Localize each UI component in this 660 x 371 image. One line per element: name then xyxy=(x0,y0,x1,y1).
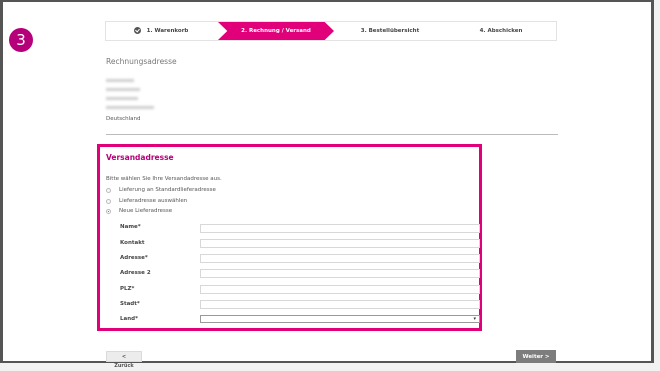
radio-button-selected[interactable] xyxy=(106,208,111,214)
radio-label: Lieferadresse auswählen xyxy=(119,198,188,204)
section-divider xyxy=(106,134,558,135)
shipping-address-title: Versandadresse xyxy=(106,153,174,162)
step-bestelluebersicht: 3. Bestellübersicht xyxy=(334,22,446,40)
contact-label: Kontakt xyxy=(120,240,145,246)
next-button[interactable]: Weiter > xyxy=(516,350,556,363)
address-label: Adresse* xyxy=(120,255,148,261)
checkout-stepper: 1. Warenkorb 2. Rechnung / Versand 3. Be… xyxy=(105,21,557,41)
billing-address-line-redacted xyxy=(106,88,140,91)
radio-label: Lieferung an Standardlieferadresse xyxy=(119,187,216,193)
step-label: 4. Abschicken xyxy=(479,28,523,34)
name-label: Name* xyxy=(120,224,141,230)
zip-label: PLZ* xyxy=(120,286,135,292)
country-label: Land* xyxy=(120,316,138,322)
radio-option-standard-address[interactable]: Lieferung an Standardlieferadresse xyxy=(106,187,216,193)
city-input[interactable] xyxy=(200,300,480,309)
city-label: Stadt* xyxy=(120,301,140,307)
billing-address-title: Rechnungsadresse xyxy=(106,57,177,66)
step-rechnung-versand: 2. Rechnung / Versand xyxy=(218,22,334,40)
country-select[interactable]: ▾ xyxy=(200,315,480,323)
radio-option-new-address[interactable]: Neue Lieferadresse xyxy=(106,208,172,214)
billing-country: Deutschland xyxy=(106,116,141,122)
billing-address-line-redacted xyxy=(106,106,154,109)
step-label: 1. Warenkorb xyxy=(146,28,189,34)
step-label: 2. Rechnung / Versand xyxy=(241,28,311,34)
zip-input[interactable] xyxy=(200,285,480,294)
name-input[interactable] xyxy=(200,224,480,233)
address2-label: Adresse 2 xyxy=(120,270,151,276)
radio-button[interactable] xyxy=(106,187,111,193)
check-circle-icon xyxy=(133,27,141,34)
radio-label: Neue Lieferadresse xyxy=(119,208,173,214)
radio-button[interactable] xyxy=(106,198,111,204)
address-input[interactable] xyxy=(200,254,480,263)
step-label: 3. Bestellübersicht xyxy=(360,28,420,34)
billing-address-line-redacted xyxy=(106,97,138,100)
step-number-badge: 3 xyxy=(9,28,33,52)
step-abschicken: 4. Abschicken xyxy=(446,22,556,40)
billing-address-line-redacted xyxy=(106,79,134,82)
back-button[interactable]: < Zurück xyxy=(106,351,142,369)
shipping-hint: Bitte wählen Sie Ihre Versandadresse aus… xyxy=(106,176,222,182)
contact-input[interactable] xyxy=(200,239,480,248)
radio-option-select-address[interactable]: Lieferadresse auswählen xyxy=(106,198,187,204)
dropdown-arrow-icon: ▾ xyxy=(473,316,476,322)
step-warenkorb[interactable]: 1. Warenkorb xyxy=(106,22,216,40)
address2-input[interactable] xyxy=(200,269,480,278)
